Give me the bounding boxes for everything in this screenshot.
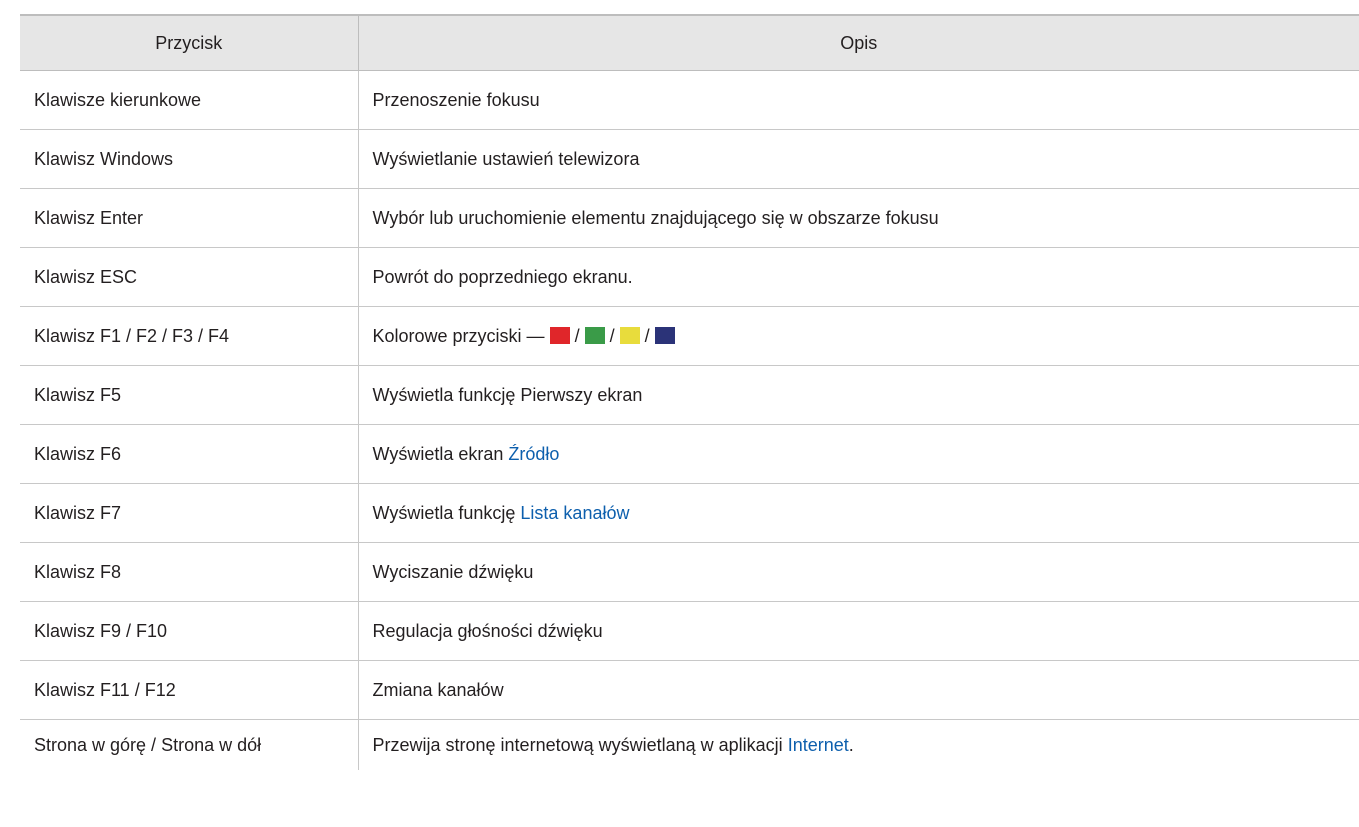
key-cell: Klawisze kierunkowe: [20, 70, 359, 130]
key-cell: Klawisz F11 / F12: [20, 660, 359, 720]
desc-cell: Kolorowe przyciski — / / /: [358, 306, 1359, 366]
desc-cell: Zmiana kanałów: [358, 660, 1359, 720]
desc-cell: Wyświetla funkcję Pierwszy ekran: [358, 365, 1359, 425]
desc-cell: Powrót do poprzedniego ekranu.: [358, 247, 1359, 307]
table-row: Klawisz F5 Wyświetla funkcję Pierwszy ek…: [20, 365, 1359, 425]
key-cell: Strona w górę / Strona w dół: [20, 719, 359, 770]
table-row: Strona w górę / Strona w dół Przewija st…: [20, 719, 1359, 771]
key-cell: Klawisz Enter: [20, 188, 359, 248]
keyboard-shortcuts-table: Przycisk Opis Klawisze kierunkowe Przeno…: [20, 14, 1359, 770]
table-row: Klawisz ESC Powrót do poprzedniego ekran…: [20, 247, 1359, 307]
key-cell: Klawisz F9 / F10: [20, 601, 359, 661]
key-cell: Klawisz F7: [20, 483, 359, 543]
header-opis: Opis: [358, 14, 1359, 71]
zrodlo-link[interactable]: Źródło: [508, 444, 559, 464]
table-row: Klawisz F9 / F10 Regulacja głośności dźw…: [20, 601, 1359, 661]
blue-swatch: [654, 326, 675, 344]
key-cell: Klawisz F8: [20, 542, 359, 602]
desc-text: Kolorowe przyciski —: [372, 325, 545, 346]
table-header-row: Przycisk Opis: [20, 14, 1359, 71]
green-swatch: [584, 326, 605, 344]
key-cell: Klawisz F6: [20, 424, 359, 484]
desc-cell: Przewija stronę internetową wyświetlaną …: [358, 720, 1359, 771]
swatch-separator: /: [574, 325, 580, 346]
table-row: Klawisz Enter Wybór lub uruchomienie ele…: [20, 188, 1359, 248]
desc-suffix: .: [848, 734, 854, 755]
header-przycisk: Przycisk: [20, 14, 359, 71]
red-swatch: [549, 326, 570, 344]
table-row: Klawisz F6 Wyświetla ekran Źródło: [20, 424, 1359, 484]
table-row: Klawisz F7 Wyświetla funkcję Lista kanał…: [20, 483, 1359, 543]
desc-text: Wyświetla ekran: [372, 443, 504, 464]
swatch-separator: /: [644, 325, 650, 346]
desc-text: Wyświetla funkcję: [372, 502, 516, 523]
table-row: Klawisz F11 / F12 Zmiana kanałów: [20, 660, 1359, 720]
internet-link[interactable]: Internet: [788, 735, 849, 755]
table-row: Klawisze kierunkowe Przenoszenie fokusu: [20, 70, 1359, 130]
table-row: Klawisz F8 Wyciszanie dźwięku: [20, 542, 1359, 602]
key-cell: Klawisz F1 / F2 / F3 / F4: [20, 306, 359, 366]
desc-cell: Wyciszanie dźwięku: [358, 542, 1359, 602]
yellow-swatch: [619, 326, 640, 344]
desc-cell: Wyświetlanie ustawień telewizora: [358, 129, 1359, 189]
table-row: Klawisz F1 / F2 / F3 / F4 Kolorowe przyc…: [20, 306, 1359, 366]
desc-cell: Regulacja głośności dźwięku: [358, 601, 1359, 661]
desc-cell: Wyświetla funkcję Lista kanałów: [358, 483, 1359, 543]
desc-cell: Wyświetla ekran Źródło: [358, 424, 1359, 484]
desc-cell: Przenoszenie fokusu: [358, 70, 1359, 130]
key-cell: Klawisz ESC: [20, 247, 359, 307]
desc-cell: Wybór lub uruchomienie elementu znajdują…: [358, 188, 1359, 248]
key-cell: Klawisz Windows: [20, 129, 359, 189]
key-cell: Klawisz F5: [20, 365, 359, 425]
table-row: Klawisz Windows Wyświetlanie ustawień te…: [20, 129, 1359, 189]
lista-kanalow-link[interactable]: Lista kanałów: [520, 503, 629, 523]
desc-text: Przewija stronę internetową wyświetlaną …: [372, 734, 783, 755]
keyboard-table-container: Przycisk Opis Klawisze kierunkowe Przeno…: [20, 14, 1359, 770]
swatch-separator: /: [609, 325, 615, 346]
